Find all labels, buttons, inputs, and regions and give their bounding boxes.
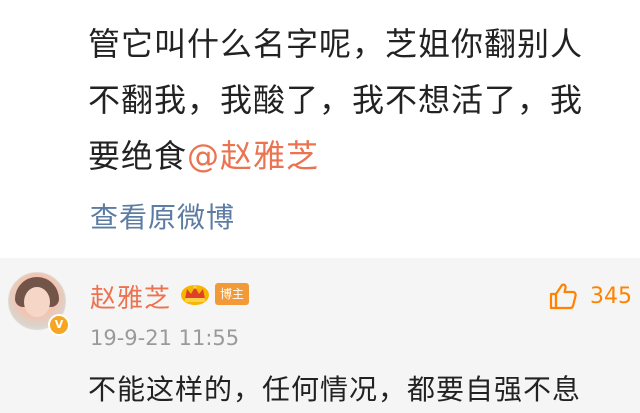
view-original-link[interactable]: 查看原微博 <box>90 196 235 236</box>
post-text: 管它叫什么名字呢，芝姐你翻别人 不翻我，我酸了，我不想活了，我 要绝食@赵雅芝 <box>88 16 628 184</box>
comment-text: 不能这样的，任何情况，都要自强不息 <box>88 373 582 406</box>
post-text-fragment: 要绝食 <box>88 137 188 175</box>
weibo-post: 管它叫什么名字呢，芝姐你翻别人 不翻我，我酸了，我不想活了，我 要绝食@赵雅芝 … <box>0 0 640 258</box>
mention-link[interactable]: @赵雅芝 <box>187 137 319 175</box>
post-text-line: 管它叫什么名字呢，芝姐你翻别人 <box>88 25 584 63</box>
crown-icon <box>181 285 209 305</box>
like-button[interactable]: 345 <box>548 282 632 310</box>
post-text-line: 要绝食@赵雅芝 <box>88 128 628 184</box>
avatar-face <box>24 287 50 317</box>
comment-username[interactable]: 赵雅芝 <box>90 278 171 315</box>
thumbs-up-icon <box>549 283 577 310</box>
like-count: 345 <box>590 283 632 309</box>
host-badge: 博主 <box>215 283 250 305</box>
post-text-line: 不翻我，我酸了，我不想活了，我 <box>88 81 584 119</box>
comment-timestamp: 19-9-21 11:55 <box>90 326 240 350</box>
verified-badge: V <box>48 314 70 336</box>
